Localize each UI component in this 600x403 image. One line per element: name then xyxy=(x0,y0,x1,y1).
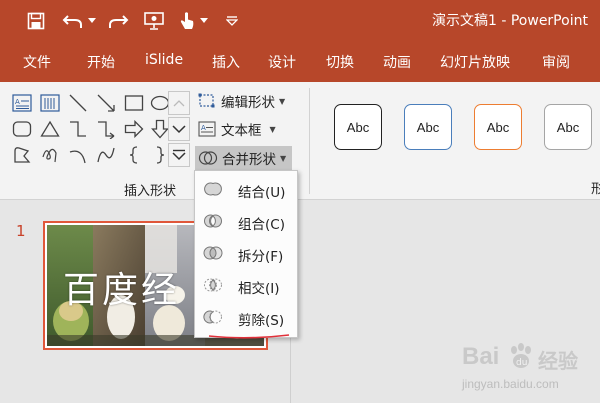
menu-item-fragment[interactable]: 拆分(F) xyxy=(195,239,297,267)
redo-icon[interactable] xyxy=(106,8,130,34)
annotation-underline xyxy=(208,334,290,339)
chevron-down-icon: ▼ xyxy=(279,96,286,106)
edit-shape-label: 编辑形状 xyxy=(221,95,275,111)
shape-style-label: Abc xyxy=(346,119,370,135)
tab-design[interactable]: 设计 xyxy=(268,52,296,72)
svg-text:A: A xyxy=(15,98,20,106)
paw-logo-icon: du xyxy=(511,343,531,368)
edit-shape-icon xyxy=(197,91,217,111)
text-box-icon: A xyxy=(197,119,217,139)
group-divider xyxy=(309,88,310,194)
union-icon xyxy=(203,179,223,199)
text-box-label: 文本框 xyxy=(221,123,262,139)
tab-insert[interactable]: 插入 xyxy=(212,52,240,72)
ribbon-tabs: 文件 开始 iSlide 插入 设计 切换 动画 幻灯片放映 审阅 xyxy=(0,42,600,82)
window-title: 演示文稿1 - PowerPoint xyxy=(432,13,588,29)
combine-icon xyxy=(203,211,223,231)
chevron-down-icon: ▼ xyxy=(280,153,287,163)
dropdown-caret-icon[interactable] xyxy=(86,8,98,34)
tab-home[interactable]: 开始 xyxy=(87,52,115,72)
title-bar: 演示文稿1 - PowerPoint xyxy=(0,0,600,42)
merge-shapes-button[interactable]: 合并形状 ▼ xyxy=(195,146,293,170)
merge-shapes-icon xyxy=(198,148,218,168)
watermark-brand-cn: 经验 xyxy=(538,351,578,373)
tab-animations[interactable]: 动画 xyxy=(383,52,411,72)
gallery-scroll-up-button[interactable] xyxy=(168,91,190,115)
menu-item-subtract[interactable]: 剪除(S) xyxy=(195,303,297,331)
save-icon[interactable] xyxy=(24,8,48,34)
shape-style-blue[interactable]: Abc xyxy=(404,104,452,150)
arc-shape-icon[interactable] xyxy=(66,143,90,167)
tab-islide[interactable]: iSlide xyxy=(145,52,183,68)
watermark-brand: Bai xyxy=(462,343,500,370)
svg-text:du: du xyxy=(516,358,527,368)
watermark-url: jingyan.baidu.com xyxy=(462,377,559,391)
menu-item-label: 结合(U) xyxy=(238,185,286,201)
customize-icon[interactable] xyxy=(224,8,240,34)
line-shape-icon[interactable] xyxy=(66,91,90,115)
group-label-partial: 形 xyxy=(591,182,600,197)
shape-style-label: Abc xyxy=(486,119,510,135)
presentation-icon[interactable] xyxy=(142,8,166,34)
menu-item-label: 剪除(S) xyxy=(238,313,285,329)
curve-shape-icon[interactable] xyxy=(94,143,118,167)
group-label-insert-shapes: 插入形状 xyxy=(124,184,177,199)
touch-mode-icon[interactable] xyxy=(176,8,198,34)
intersect-icon xyxy=(203,275,223,295)
rounded-rectangle-shape-icon[interactable] xyxy=(10,117,34,141)
slide-number: 1 xyxy=(16,222,26,240)
arrow-line-shape-icon[interactable] xyxy=(94,91,118,115)
scribble-shape-icon[interactable] xyxy=(38,143,62,167)
shape-style-gray[interactable]: Abc xyxy=(544,104,592,150)
menu-item-combine[interactable]: 组合(C) xyxy=(195,207,297,235)
shape-style-label: Abc xyxy=(416,119,440,135)
tab-transitions[interactable]: 切换 xyxy=(326,52,354,72)
slide-title-text: 百度经 xyxy=(63,270,181,311)
merge-shapes-menu: 结合(U) 组合(C) 拆分(F) 相交(I) 剪除(S) xyxy=(194,170,298,338)
merge-shapes-label: 合并形状 xyxy=(222,152,276,168)
powerpoint-window: 演示文稿1 - PowerPoint 文件 开始 iSlide 插入 设计 切换… xyxy=(0,0,600,403)
left-brace-shape-icon[interactable] xyxy=(122,143,146,167)
dropdown-caret-icon[interactable] xyxy=(198,8,210,34)
ribbon-panel: A 编辑形状 ▼ A 文本框 ▼ 合并形状 ▼ 插入形状 Abc Abc Abc… xyxy=(0,82,600,200)
shape-style-orange[interactable]: Abc xyxy=(474,104,522,150)
shape-style-label: Abc xyxy=(556,119,580,135)
elbow-arrow-connector-shape-icon[interactable] xyxy=(94,117,118,141)
menu-item-intersect[interactable]: 相交(I) xyxy=(195,271,297,299)
menu-item-label: 组合(C) xyxy=(238,217,285,233)
right-arrow-shape-icon[interactable] xyxy=(122,117,146,141)
rectangle-shape-icon[interactable] xyxy=(122,91,146,115)
fragment-icon xyxy=(203,243,223,263)
menu-item-label: 拆分(F) xyxy=(238,249,284,265)
gallery-expand-button[interactable] xyxy=(168,143,190,167)
tab-slideshow[interactable]: 幻灯片放映 xyxy=(440,52,510,72)
chevron-down-icon: ▼ xyxy=(269,124,276,134)
tab-file[interactable]: 文件 xyxy=(23,52,51,72)
text-box-button[interactable]: A 文本框 ▼ xyxy=(197,117,276,141)
baidu-jingyan-watermark: Bai du 经验 jingyan.baidu.com xyxy=(462,343,594,399)
freeform-shape-icon[interactable] xyxy=(10,143,34,167)
text-box-shape-icon[interactable]: A xyxy=(10,91,34,115)
menu-item-union[interactable]: 结合(U) xyxy=(195,175,297,203)
gallery-scroll-down-button[interactable] xyxy=(168,117,190,141)
undo-icon[interactable] xyxy=(60,8,86,34)
subtract-icon xyxy=(203,307,223,327)
menu-item-label: 相交(I) xyxy=(238,281,280,297)
shape-gallery: A xyxy=(10,91,170,167)
shape-style-dark[interactable]: Abc xyxy=(334,104,382,150)
tab-review[interactable]: 审阅 xyxy=(542,52,570,72)
elbow-connector-shape-icon[interactable] xyxy=(66,117,90,141)
edit-shape-button[interactable]: 编辑形状 ▼ xyxy=(197,89,285,113)
triangle-shape-icon[interactable] xyxy=(38,117,62,141)
vertical-text-box-shape-icon[interactable] xyxy=(38,91,62,115)
svg-text:A: A xyxy=(201,124,206,132)
